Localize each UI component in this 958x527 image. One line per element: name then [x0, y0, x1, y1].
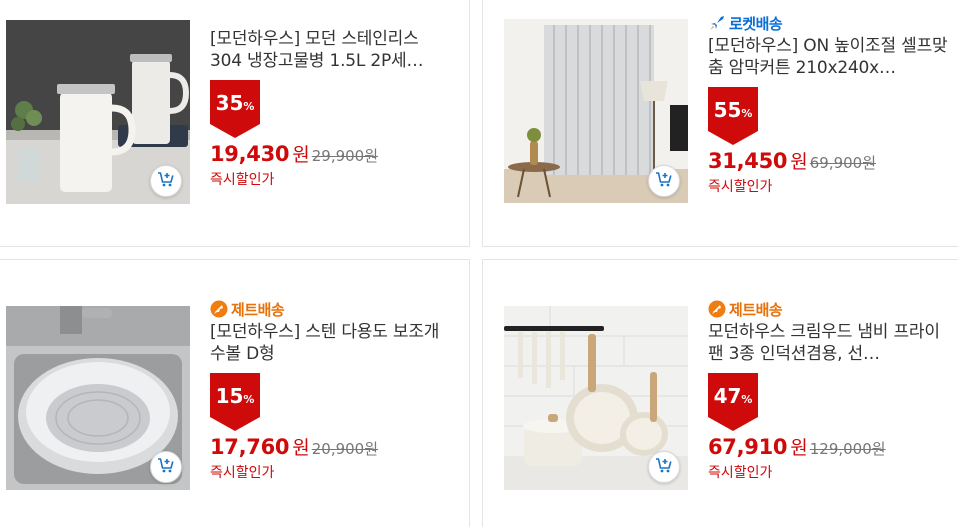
- product-info: 로켓배송 [모던하우스] ON 높이조절 셀프맞춤 암막커튼 210x240x……: [708, 12, 948, 196]
- badge-label: 로켓배송: [729, 14, 783, 33]
- product-info: 제트배송 [모던하우스] 스텐 다용도 보조개수볼 D형 15% 17,760 …: [210, 298, 450, 482]
- original-price: 129,000원: [809, 440, 886, 458]
- original-price: 69,900원: [809, 154, 877, 172]
- add-to-cart-icon: [157, 456, 175, 478]
- product-card[interactable]: [모던하우스] 모던 스테인리스 304 냉장고물병 1.5L 2P세… 35%…: [0, 0, 470, 247]
- sale-price: 31,450: [708, 149, 788, 173]
- discount-badge: 15%: [210, 373, 260, 431]
- rocket-delivery-badge: 로켓배송: [708, 12, 948, 34]
- price-row: 19,430 원 29,900원: [210, 140, 450, 167]
- product-card[interactable]: 로켓배송 [모던하우스] ON 높이조절 셀프맞춤 암막커튼 210x240x……: [482, 0, 958, 247]
- currency-unit: 원: [292, 437, 310, 459]
- sale-price: 19,430: [210, 142, 290, 166]
- add-to-cart-button[interactable]: [648, 451, 680, 483]
- currency-unit: 원: [292, 144, 310, 166]
- add-to-cart-button[interactable]: [150, 451, 182, 483]
- price-row: 17,760 원 20,900원: [210, 433, 450, 460]
- price-row: 67,910 원 129,000원: [708, 433, 948, 460]
- instant-discount-label: 즉시할인가: [708, 179, 773, 195]
- jet-icon: [708, 300, 726, 318]
- product-title[interactable]: 모던하우스 크림우드 냄비 프라이팬 3종 인덕션겸용, 선…: [708, 321, 948, 365]
- discount-badge: 55%: [708, 87, 758, 145]
- product-card[interactable]: 제트배송 모던하우스 크림우드 냄비 프라이팬 3종 인덕션겸용, 선… 47%…: [482, 259, 958, 527]
- price-row: 31,450 원 69,900원: [708, 147, 948, 174]
- instant-discount-label: 즉시할인가: [210, 172, 275, 188]
- sale-price: 17,760: [210, 435, 290, 459]
- add-to-cart-button[interactable]: [150, 165, 182, 197]
- product-grid: [모던하우스] 모던 스테인리스 304 냉장고물병 1.5L 2P세… 35%…: [0, 0, 958, 527]
- product-card[interactable]: 제트배송 [모던하우스] 스텐 다용도 보조개수볼 D형 15% 17,760 …: [0, 259, 470, 527]
- product-info: 제트배송 모던하우스 크림우드 냄비 프라이팬 3종 인덕션겸용, 선… 47%…: [708, 298, 948, 482]
- product-info: [모던하우스] 모던 스테인리스 304 냉장고물병 1.5L 2P세… 35%…: [210, 28, 450, 189]
- add-to-cart-icon: [655, 456, 673, 478]
- currency-unit: 원: [790, 437, 808, 459]
- instant-discount-label: 즉시할인가: [708, 465, 773, 481]
- currency-unit: 원: [790, 151, 808, 173]
- rocket-icon: [708, 14, 726, 32]
- badge-label: 제트배송: [231, 300, 285, 319]
- jet-delivery-badge: 제트배송: [210, 298, 450, 320]
- sale-price: 67,910: [708, 435, 788, 459]
- instant-discount-label: 즉시할인가: [210, 465, 275, 481]
- original-price: 20,900원: [311, 440, 379, 458]
- add-to-cart-button[interactable]: [648, 165, 680, 197]
- badge-label: 제트배송: [729, 300, 783, 319]
- product-title[interactable]: [모던하우스] 스텐 다용도 보조개수볼 D형: [210, 321, 450, 365]
- product-title[interactable]: [모던하우스] 모던 스테인리스 304 냉장고물병 1.5L 2P세…: [210, 28, 450, 72]
- add-to-cart-icon: [655, 170, 673, 192]
- discount-badge: 35%: [210, 80, 260, 138]
- jet-icon: [210, 300, 228, 318]
- original-price: 29,900원: [311, 147, 379, 165]
- product-title[interactable]: [모던하우스] ON 높이조절 셀프맞춤 암막커튼 210x240x…: [708, 35, 948, 79]
- jet-delivery-badge: 제트배송: [708, 298, 948, 320]
- discount-badge: 47%: [708, 373, 758, 431]
- add-to-cart-icon: [157, 170, 175, 192]
